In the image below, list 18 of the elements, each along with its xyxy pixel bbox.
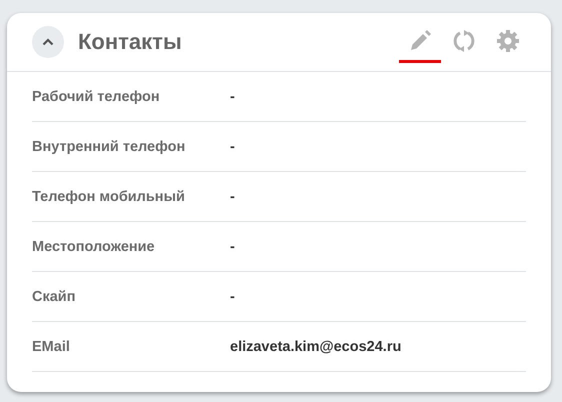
edit-button[interactable] [399, 28, 441, 62]
refresh-icon [451, 28, 477, 54]
field-value: - [230, 188, 235, 204]
field-label: Скайп [32, 288, 76, 304]
field-label: Рабочий телефон [32, 88, 161, 104]
field-label: Внутренний телефон [32, 138, 186, 154]
field-value: - [230, 88, 235, 104]
field-label: Местоположение [32, 238, 156, 254]
field-label: EMail [32, 338, 71, 354]
field-value: - [230, 238, 235, 254]
settings-icon [495, 28, 521, 54]
field-label: Телефон мобильный [32, 188, 186, 204]
collapse-button[interactable] [32, 26, 64, 58]
field-value: - [230, 138, 235, 154]
field-value: elizaveta.kim@ecos24.ru [230, 338, 402, 354]
panel-title: Контакты [78, 29, 182, 55]
caret-icon [42, 38, 54, 46]
field-value: - [230, 288, 235, 304]
